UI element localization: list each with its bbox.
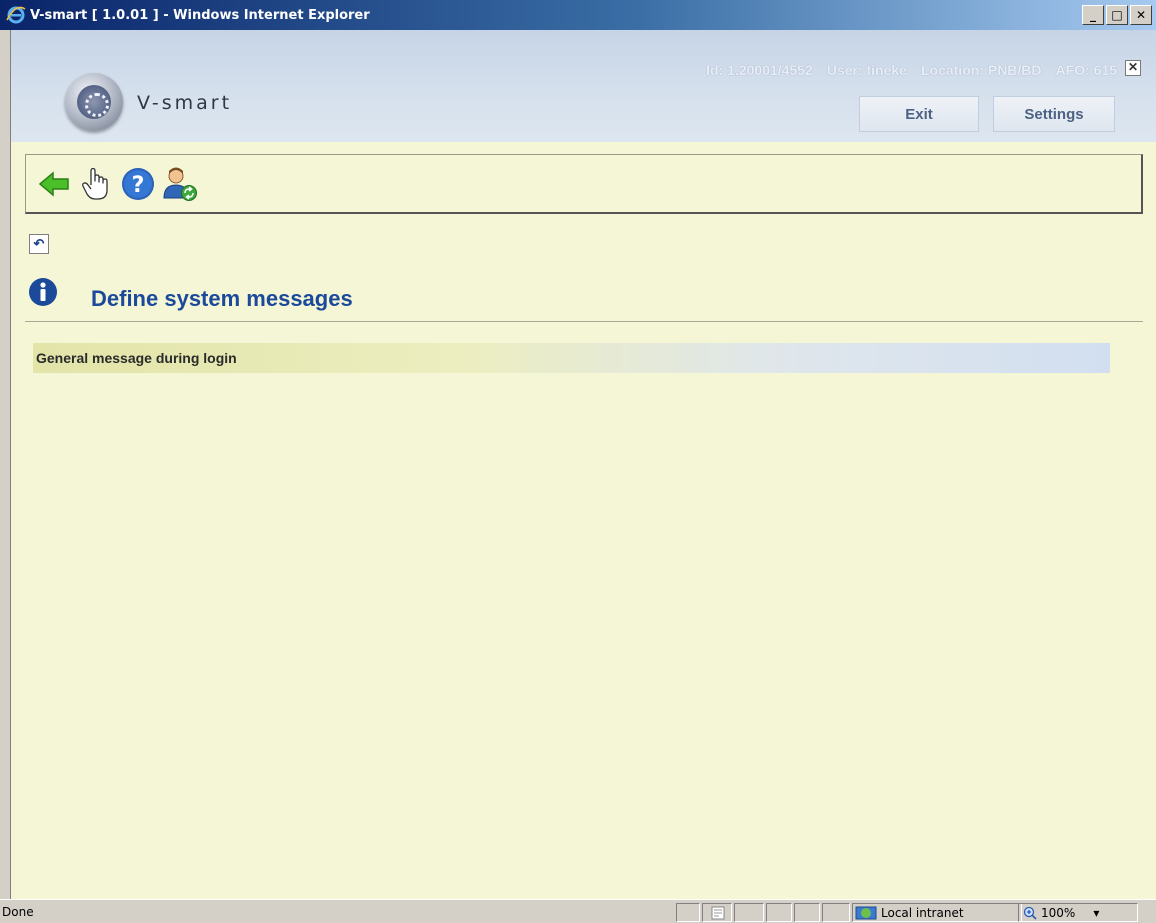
brand-name: V-smart [137,92,233,114]
session-afo: AFO: 615 [1055,62,1117,78]
title-divider [25,321,1143,322]
status-cell [766,903,792,922]
back-button[interactable] [36,166,72,202]
maximize-button[interactable]: □ [1106,5,1128,25]
status-page-cell [702,903,732,922]
zoom-level: 100% [1041,905,1076,920]
info-icon [29,278,57,306]
window-title: V-smart [ 1.0.01 ] - Windows Internet Ex… [30,7,370,23]
zoom-control[interactable]: 100% ▾ [1018,903,1138,922]
status-bar: Done Local intranet 100% ▾ [0,899,1156,923]
zoom-icon [1023,906,1037,920]
zone-label: Local intranet [881,905,964,920]
status-text: Done [2,905,34,919]
undo-button[interactable]: ↶ [29,234,49,254]
help-button[interactable]: ? [120,166,156,202]
minimize-button[interactable]: _ [1082,5,1104,25]
undo-icon: ↶ [33,236,45,251]
switch-user-button[interactable] [162,166,198,202]
settings-button[interactable]: Settings [993,96,1115,132]
chevron-down-icon[interactable]: ▾ [1093,906,1099,920]
status-cell [822,903,850,922]
toolbar: ? [25,154,1143,214]
close-session-icon[interactable]: ✕ [1125,60,1141,76]
svg-text:?: ? [132,173,145,198]
switch-user-icon [163,167,197,201]
status-cell [734,903,764,922]
session-id: Id: 1.20001/4552 [706,62,813,78]
back-arrow-icon [38,170,69,197]
page-title: Define system messages [91,286,353,311]
session-location: Location: PNB/BD [920,62,1042,78]
help-icon: ? [122,167,154,200]
select-hand-icon [82,167,108,200]
list-item-label: General message during login [36,350,237,366]
close-window-button[interactable]: ✕ [1130,5,1152,25]
app-header: V-smart Id: 1.20001/4552 User: tineke Lo… [11,30,1156,142]
window-titlebar[interactable]: V-smart [ 1.0.01 ] - Windows Internet Ex… [0,0,1156,30]
intranet-globe-icon [855,906,877,919]
security-zone[interactable]: Local intranet [852,903,1022,922]
select-button[interactable] [78,166,114,202]
vsmart-logo-icon [65,73,123,131]
list-item-general-login-message[interactable]: General message during login [33,343,1110,373]
internet-explorer-icon [6,6,26,24]
app-frame: V-smart Id: 1.20001/4552 User: tineke Lo… [10,30,1156,899]
status-cell [794,903,820,922]
session-info: Id: 1.20001/4552 User: tineke Location: … [706,62,1117,78]
status-cell [676,903,700,922]
page-icon [711,906,725,920]
exit-button[interactable]: Exit [859,96,979,132]
session-user: User: tineke [826,62,907,78]
